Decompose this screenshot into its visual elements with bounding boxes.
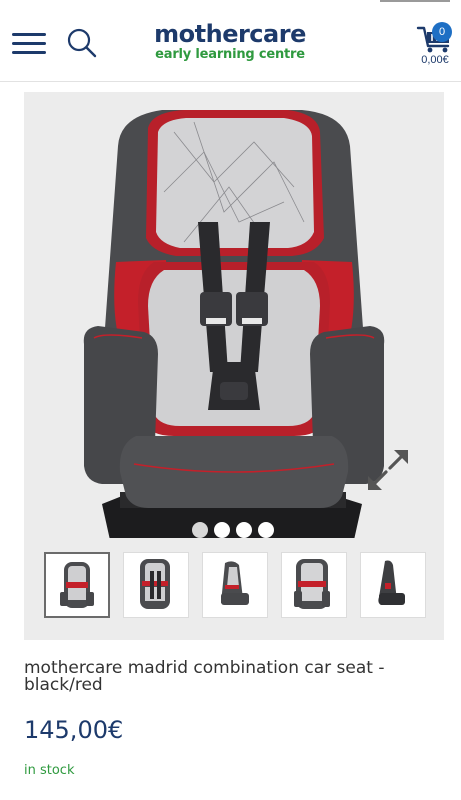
top-divider bbox=[380, 0, 450, 2]
thumbnail-image bbox=[140, 559, 170, 609]
logo-main-text: mothercare bbox=[154, 20, 306, 48]
thumbnail[interactable] bbox=[123, 552, 189, 618]
product-price: 145,00€ bbox=[24, 716, 124, 744]
thumbnail[interactable] bbox=[360, 552, 426, 618]
cart-total: 0,00€ bbox=[421, 54, 449, 66]
pagination-dot[interactable] bbox=[214, 522, 230, 538]
thumbnail[interactable] bbox=[281, 552, 347, 618]
cart-count-badge: 0 bbox=[432, 22, 452, 42]
thumbnail-image bbox=[294, 559, 330, 609]
logo-sub-text: early learning centre bbox=[155, 47, 305, 62]
menu-icon bbox=[12, 33, 46, 36]
pagination-dot[interactable] bbox=[258, 522, 274, 538]
thumbnail-image bbox=[60, 562, 94, 608]
site-header: mothercare early learning centre 0 0,00€ bbox=[0, 0, 461, 82]
product-gallery bbox=[24, 92, 444, 640]
thumbnail-strip bbox=[44, 552, 428, 620]
search-icon bbox=[67, 28, 97, 58]
image-pagination bbox=[192, 520, 282, 540]
thumbnail[interactable] bbox=[44, 552, 110, 618]
stock-status: in stock bbox=[24, 763, 75, 778]
expand-icon bbox=[368, 450, 408, 490]
brand-logo[interactable]: mothercare early learning centre bbox=[150, 20, 310, 70]
thumbnail-image bbox=[221, 561, 249, 605]
cart-button[interactable]: 0 0,00€ bbox=[412, 18, 458, 70]
thumbnail-image bbox=[378, 560, 405, 605]
product-title: mothercare madrid combination car seat -… bbox=[24, 658, 385, 695]
expand-image-button[interactable] bbox=[364, 446, 412, 494]
search-button[interactable] bbox=[66, 26, 98, 60]
thumbnail[interactable] bbox=[202, 552, 268, 618]
pagination-dot[interactable] bbox=[236, 522, 252, 538]
menu-button[interactable] bbox=[12, 28, 48, 58]
pagination-dot[interactable] bbox=[192, 522, 208, 538]
